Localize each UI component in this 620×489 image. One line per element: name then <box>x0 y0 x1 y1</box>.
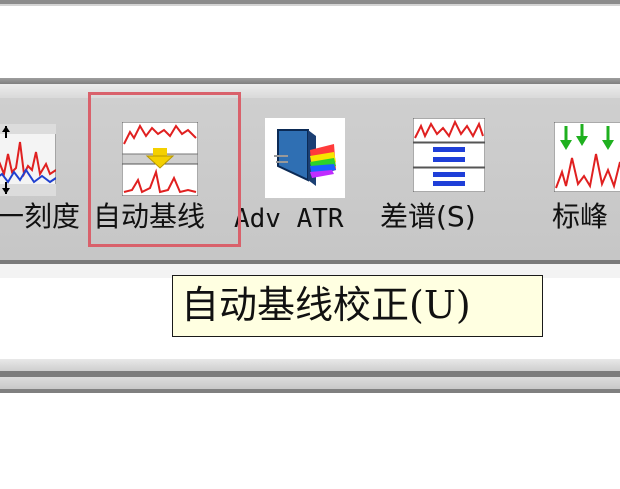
auto-baseline-tooltip: 自动基线校正(U) <box>172 275 543 337</box>
window-top-border-inner <box>0 4 620 6</box>
auto-baseline-highlight <box>88 92 241 247</box>
scale-button-label: 一刻度 <box>0 200 81 233</box>
atr-prism-icon <box>274 129 336 186</box>
difference-button-label: 差谱(S) <box>380 200 476 233</box>
peak-label-icon <box>554 122 620 192</box>
lower-panel-bevel <box>0 359 620 371</box>
difference-button[interactable]: 差谱(S) <box>380 98 520 260</box>
spectrum-scale-icon <box>0 124 56 196</box>
adv-atr-button-label: Adv ATR <box>234 204 344 234</box>
scale-button[interactable]: 一刻度 <box>0 98 90 260</box>
label-peaks-button[interactable]: 标峰 <box>548 98 620 260</box>
lower-panel-bevel-2 <box>0 377 620 389</box>
label-peaks-button-label: 标峰 <box>552 200 609 233</box>
lower-panel-border-2 <box>0 389 620 393</box>
adv-atr-button[interactable]: Adv ATR <box>234 98 378 260</box>
difference-spectrum-icon <box>413 118 485 192</box>
